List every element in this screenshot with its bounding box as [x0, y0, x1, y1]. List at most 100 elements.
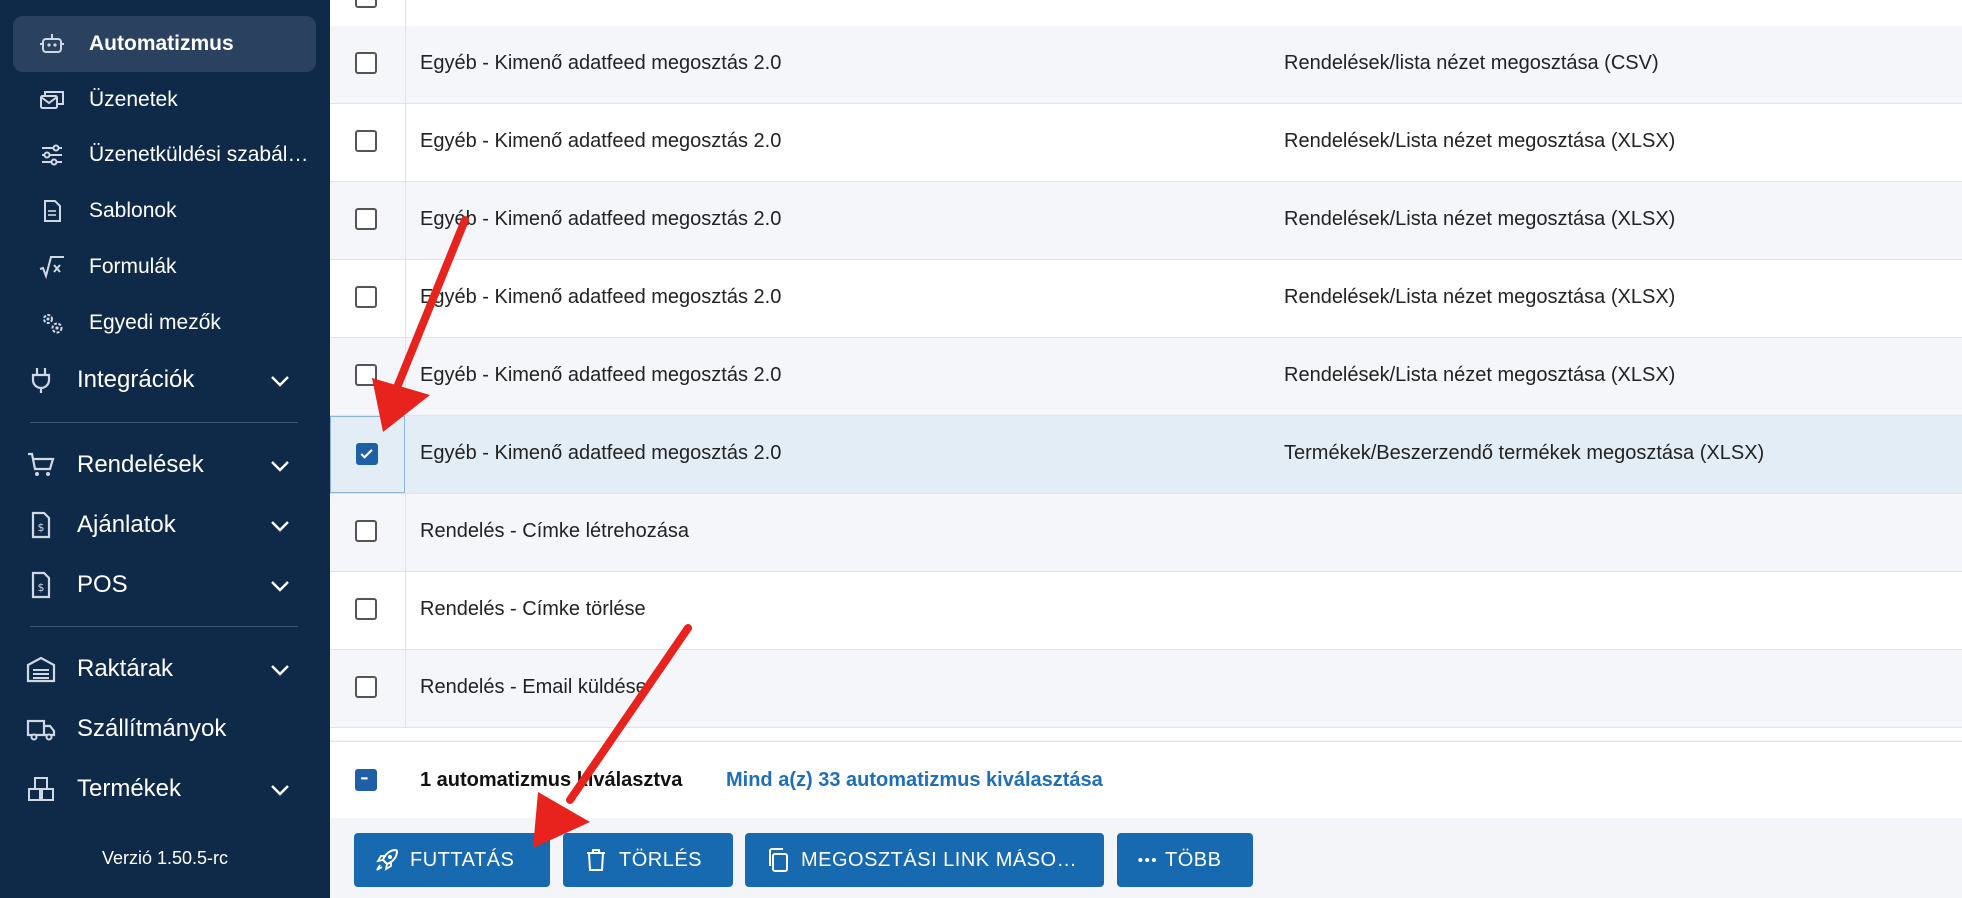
boxes-icon — [28, 777, 54, 801]
delete-button[interactable]: TÖRLÉS — [563, 833, 733, 887]
messages-icon — [40, 91, 64, 109]
select-all-checkbox[interactable] — [355, 769, 377, 791]
automation-name: Egyéb - Kimenő adatfeed megosztás 2.0 — [420, 364, 782, 386]
automation-name: Egyéb - Kimenő adatfeed megosztás 2.0 — [420, 208, 782, 230]
table-row-selected[interactable]: Egyéb - Kimenő adatfeed megosztás 2.0 Te… — [330, 416, 1962, 494]
automation-name: Egyéb - Kimenő adatfeed megosztás 2.0 — [420, 442, 782, 464]
chevron-down-icon — [271, 521, 289, 532]
table-row[interactable]: Egyéb - Kimenő adatfeed megosztás 2.0 Re… — [330, 260, 1962, 338]
row-checkbox[interactable] — [355, 130, 377, 152]
sidebar-item-label: Termékek — [77, 775, 182, 802]
minus-icon — [361, 777, 368, 780]
rocket-icon — [376, 848, 399, 871]
sidebar-item-automatizmus[interactable]: Automatizmus — [13, 16, 316, 72]
sidebar-item-ajanlatok[interactable]: $ Ajánlatok — [0, 497, 330, 553]
sidebar-item-label: Integrációk — [77, 366, 195, 393]
sidebar-item-uzenetkuldesi-szabalyok[interactable]: Üzenetküldési szabályok — [13, 127, 316, 183]
row-checkbox[interactable] — [355, 676, 377, 698]
more-button[interactable]: TÖBB — [1117, 833, 1253, 887]
trash-icon — [587, 849, 605, 871]
automation-detail: Rendelések/Lista nézet megosztása (XLSX) — [1284, 208, 1676, 230]
table-row[interactable]: Egyéb - Kimenő adatfeed megosztás 2.0 Re… — [330, 26, 1962, 104]
chevron-down-icon — [271, 376, 289, 387]
sidebar-item-raktarak[interactable]: Raktárak — [0, 641, 330, 697]
table-row[interactable]: Egyéb - Kimenő adatfeed megosztás 2.0 Re… — [330, 338, 1962, 416]
sidebar-item-label: Szállítmányok — [77, 715, 227, 742]
sidebar-item-label: Üzenetküldési szabályok — [89, 143, 309, 166]
table-row[interactable]: Rendelés - Címke létrehozása — [330, 494, 1962, 572]
automation-detail: Rendelések/Lista nézet megosztása (XLSX) — [1284, 364, 1676, 386]
automation-name: Egyéb - Kimenő adatfeed megosztás 2.0 — [420, 286, 782, 308]
more-dots-icon — [1138, 857, 1156, 863]
sidebar-item-pos[interactable]: $ POS — [0, 557, 330, 613]
sidebar-item-label: Formulák — [89, 255, 177, 278]
row-checkbox[interactable] — [355, 0, 377, 8]
sidebar-item-label: POS — [77, 571, 128, 598]
action-bar: FUTTATÁS TÖRLÉS MEGOSZTÁSI LINK MÁSOLÁSA… — [330, 818, 1962, 898]
row-checkbox[interactable] — [355, 286, 377, 308]
sidebar-item-termekek[interactable]: Termékek — [0, 761, 330, 817]
sidebar-item-szallitmanyok[interactable]: Szállítmányok — [0, 701, 330, 757]
svg-text:$: $ — [38, 581, 45, 594]
pos-icon: $ — [31, 571, 51, 599]
sidebar-item-integraciok[interactable]: Integrációk — [0, 352, 330, 408]
robot-icon — [40, 34, 64, 53]
checkmark-icon — [360, 449, 373, 459]
selection-count: 1 automatizmus kiválasztva — [420, 769, 683, 791]
sidebar-item-egyedi-mezok[interactable]: Egyedi mezők — [13, 295, 316, 351]
warehouse-icon — [26, 656, 56, 683]
sidebar: Automatizmus Üzenetek Üzenetküldési szab… — [0, 0, 330, 898]
chevron-down-icon — [271, 785, 289, 796]
plug-icon — [31, 368, 51, 393]
row-checkbox[interactable] — [355, 52, 377, 74]
sidebar-item-label: Egyedi mezők — [89, 311, 221, 334]
sidebar-item-label: Sablonok — [89, 199, 177, 222]
cart-icon — [28, 452, 55, 476]
sliders-icon — [42, 144, 62, 166]
sidebar-item-label: Automatizmus — [89, 32, 234, 55]
row-checkbox[interactable] — [355, 364, 377, 386]
delete-button-label: TÖRLÉS — [619, 848, 703, 871]
copy-share-link-label: MEGOSZTÁSI LINK MÁSOLÁSA — [801, 848, 1086, 871]
selection-bar: 1 automatizmus kiválasztva Mind a(z) 33 … — [330, 741, 1962, 819]
automation-table: Egyéb - Kimenő adatfeed megosztás 2.0 Re… — [330, 0, 1962, 740]
run-button[interactable]: FUTTATÁS — [354, 833, 550, 887]
sidebar-item-rendelesek[interactable]: Rendelések — [0, 437, 330, 493]
sidebar-divider — [30, 422, 298, 423]
automation-name: Rendelés - Email küldése — [420, 676, 647, 698]
chevron-down-icon — [271, 581, 289, 592]
sidebar-divider — [30, 626, 298, 627]
version-label: Verzió 1.50.5-rc — [101, 848, 229, 868]
formula-icon — [39, 256, 64, 280]
row-checkbox-checked[interactable] — [356, 443, 378, 465]
sidebar-item-uzenetek[interactable]: Üzenetek — [13, 72, 316, 128]
automation-detail: Termékek/Beszerzendő termékek megosztása… — [1284, 442, 1765, 464]
table-row[interactable]: Egyéb - Kimenő adatfeed megosztás 2.0 Re… — [330, 182, 1962, 260]
sidebar-item-label: Ajánlatok — [77, 511, 176, 538]
sidebar-item-label: Raktárak — [77, 655, 174, 682]
automation-name: Rendelés - Címke törlése — [420, 598, 646, 620]
row-checkbox[interactable] — [355, 520, 377, 542]
sidebar-item-label: Üzenetek — [89, 88, 178, 111]
automation-name: Rendelés - Címke létrehozása — [420, 520, 690, 542]
gears-icon — [43, 314, 63, 334]
chevron-down-icon — [271, 461, 289, 472]
document-icon — [44, 200, 61, 222]
automation-detail: Rendelések/Lista nézet megosztása (XLSX) — [1284, 130, 1676, 152]
sidebar-item-sablonok[interactable]: Sablonok — [13, 183, 316, 239]
table-row[interactable] — [330, 0, 1962, 27]
run-button-label: FUTTATÁS — [410, 848, 515, 871]
select-all-link[interactable]: Mind a(z) 33 automatizmus kiválasztása — [726, 769, 1103, 792]
copy-icon — [769, 848, 788, 872]
copy-share-link-button[interactable]: MEGOSZTÁSI LINK MÁSOLÁSA — [745, 833, 1104, 887]
table-row[interactable]: Rendelés - Email küldése — [330, 650, 1962, 728]
more-button-label: TÖBB — [1165, 848, 1222, 871]
row-checkbox[interactable] — [355, 598, 377, 620]
table-row[interactable]: Egyéb - Kimenő adatfeed megosztás 2.0 Re… — [330, 104, 1962, 182]
row-checkbox[interactable] — [355, 208, 377, 230]
table-row[interactable]: Rendelés - Címke törlése — [330, 572, 1962, 650]
truck-icon — [26, 719, 56, 741]
sidebar-item-formulak[interactable]: Formulák — [13, 239, 316, 295]
automation-detail: Rendelések/lista nézet megosztása (CSV) — [1284, 52, 1659, 74]
invoice-icon: $ — [31, 511, 51, 539]
